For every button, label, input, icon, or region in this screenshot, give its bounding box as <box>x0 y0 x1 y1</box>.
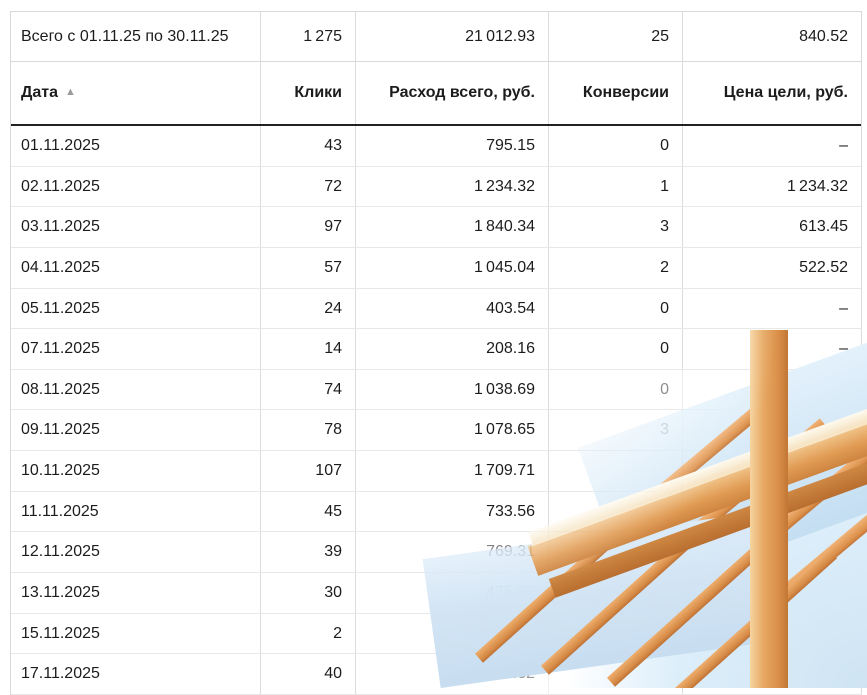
cell-goal-cost: – <box>683 370 862 410</box>
cell-clicks: 97 <box>261 207 356 247</box>
cell-cost: 1 234.32 <box>356 167 549 207</box>
cell-cost: 21.61 <box>356 614 549 654</box>
cell-date: 10.11.2025 <box>11 451 261 491</box>
cell-conversions <box>549 451 683 491</box>
column-header-date[interactable]: Дата ▲ <box>11 62 261 124</box>
summary-cost: 21 012.93 <box>356 12 549 61</box>
cell-cost: 208.16 <box>356 329 549 369</box>
cell-date: 13.11.2025 <box>11 573 261 613</box>
cell-goal-cost <box>683 532 862 572</box>
cell-conversions: 0 <box>549 289 683 329</box>
table-row: 13.11.202530475.87 <box>11 573 862 614</box>
stats-table: Всего с 01.11.25 по 30.11.25 1 275 21 01… <box>10 11 862 695</box>
table-row: 05.11.202524403.540– <box>11 289 862 330</box>
cell-clicks: 24 <box>261 289 356 329</box>
summary-clicks: 1 275 <box>261 12 356 61</box>
cell-clicks: 30 <box>261 573 356 613</box>
cell-conversions: 3 <box>549 207 683 247</box>
table-row: 03.11.2025971 840.343613.45 <box>11 207 862 248</box>
cell-date: 11.11.2025 <box>11 492 261 532</box>
summary-period-label: Всего с 01.11.25 по 30.11.25 <box>11 12 261 61</box>
cell-conversions <box>549 492 683 532</box>
column-header-goal-cost[interactable]: Цена цели, руб. <box>683 62 862 124</box>
table-row: 07.11.202514208.160– <box>11 329 862 370</box>
cell-goal-cost <box>683 451 862 491</box>
cell-goal-cost: – <box>683 126 862 166</box>
cell-conversions <box>549 614 683 654</box>
cell-clicks: 14 <box>261 329 356 369</box>
cell-conversions: 0 <box>549 329 683 369</box>
cell-date: 07.11.2025 <box>11 329 261 369</box>
cell-goal-cost <box>683 573 862 613</box>
header-row: Дата ▲ Клики Расход всего, руб. Конверси… <box>11 62 862 126</box>
table-row: 11.11.202545733.56 <box>11 492 862 533</box>
cell-date: 05.11.2025 <box>11 289 261 329</box>
cell-goal-cost: – <box>683 289 862 329</box>
cell-conversions <box>549 573 683 613</box>
cell-date: 09.11.2025 <box>11 410 261 450</box>
cell-cost: 733.56 <box>356 492 549 532</box>
cell-goal-cost: 522.52 <box>683 248 862 288</box>
cell-goal-cost: 359.55 <box>683 410 862 450</box>
cell-clicks: 2 <box>261 614 356 654</box>
cell-conversions: 0 <box>549 126 683 166</box>
cell-cost: 403.54 <box>356 289 549 329</box>
cell-clicks: 57 <box>261 248 356 288</box>
cell-conversions: 3 <box>549 410 683 450</box>
cell-cost: 1 709.71 <box>356 451 549 491</box>
column-header-date-label: Дата <box>21 84 58 102</box>
table-row: 04.11.2025571 045.042522.52 <box>11 248 862 289</box>
cell-clicks: 78 <box>261 410 356 450</box>
table-row: 01.11.202543795.150– <box>11 126 862 167</box>
cell-clicks: 45 <box>261 492 356 532</box>
table-right-border <box>861 11 862 341</box>
cell-cost: 1 038.69 <box>356 370 549 410</box>
cell-goal-cost: – <box>683 329 862 369</box>
summary-conversions: 25 <box>549 12 683 61</box>
table-row: 15.11.2025221.61 <box>11 614 862 655</box>
table-row: 09.11.2025781 078.653359.55 <box>11 410 862 451</box>
table-row: 02.11.2025721 234.3211 234.32 <box>11 167 862 208</box>
cell-clicks: 39 <box>261 532 356 572</box>
cell-conversions: 2 <box>549 248 683 288</box>
sort-ascending-icon: ▲ <box>65 86 76 98</box>
cell-conversions: 1 <box>549 167 683 207</box>
page: { "table": { "summary": { "period": "Все… <box>0 0 867 688</box>
cell-date: 15.11.2025 <box>11 614 261 654</box>
cell-cost: 795.15 <box>356 126 549 166</box>
cell-date: 04.11.2025 <box>11 248 261 288</box>
table-row: 17.11.202540797.32 <box>11 654 862 695</box>
column-header-conversions[interactable]: Конверсии <box>549 62 683 124</box>
cell-cost: 769.31 <box>356 532 549 572</box>
cell-goal-cost <box>683 492 862 532</box>
table-body: 01.11.202543795.150–02.11.2025721 234.32… <box>11 126 862 695</box>
table-row: 08.11.2025741 038.690– <box>11 370 862 411</box>
cell-date: 12.11.2025 <box>11 532 261 572</box>
summary-goal-cost: 840.52 <box>683 12 862 61</box>
table-row: 12.11.202539769.31 <box>11 532 862 573</box>
cell-cost: 1 840.34 <box>356 207 549 247</box>
summary-row: Всего с 01.11.25 по 30.11.25 1 275 21 01… <box>11 12 862 62</box>
cell-cost: 1 078.65 <box>356 410 549 450</box>
cell-goal-cost: 1 234.32 <box>683 167 862 207</box>
cell-clicks: 43 <box>261 126 356 166</box>
cell-clicks: 107 <box>261 451 356 491</box>
table-row: 10.11.20251071 709.71 <box>11 451 862 492</box>
cell-clicks: 72 <box>261 167 356 207</box>
cell-conversions <box>549 532 683 572</box>
cell-date: 02.11.2025 <box>11 167 261 207</box>
column-header-clicks[interactable]: Клики <box>261 62 356 124</box>
cell-date: 01.11.2025 <box>11 126 261 166</box>
cell-cost: 475.87 <box>356 573 549 613</box>
cell-cost: 1 045.04 <box>356 248 549 288</box>
cell-conversions: 0 <box>549 370 683 410</box>
cell-clicks: 74 <box>261 370 356 410</box>
cell-goal-cost <box>683 614 862 654</box>
cell-date: 03.11.2025 <box>11 207 261 247</box>
cell-goal-cost: 613.45 <box>683 207 862 247</box>
cell-date: 08.11.2025 <box>11 370 261 410</box>
column-header-cost[interactable]: Расход всего, руб. <box>356 62 549 124</box>
